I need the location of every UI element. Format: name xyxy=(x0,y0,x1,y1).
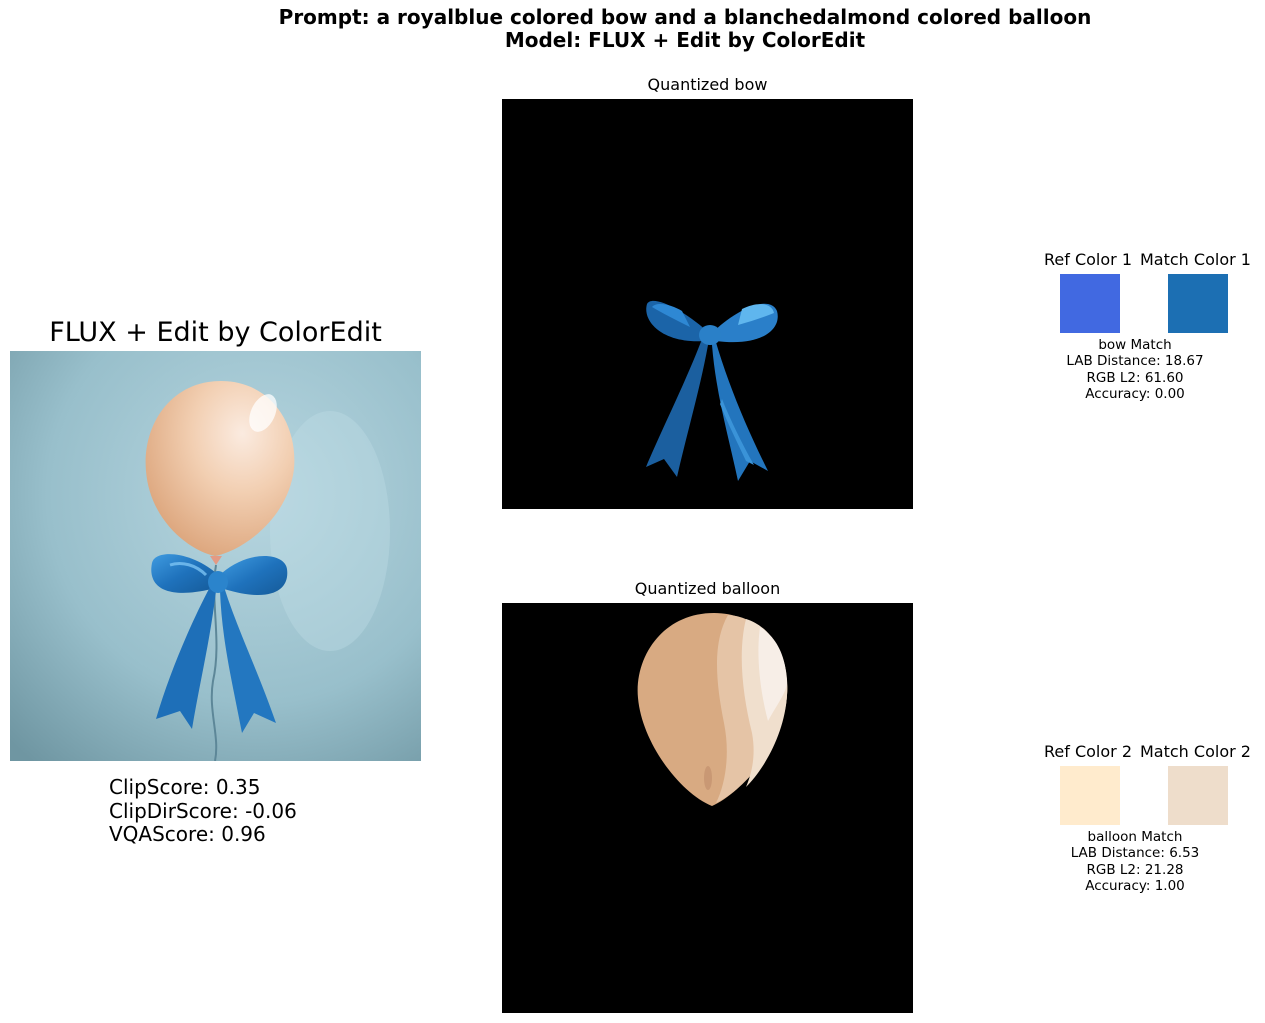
ref-color-2-label: Ref Color 2 xyxy=(1044,742,1132,761)
balloon-rgb-l2: RGB L2: 21.28 xyxy=(1086,861,1184,878)
bow-match-title: bow Match xyxy=(1098,337,1172,353)
match-color-2-swatch xyxy=(1168,766,1228,825)
clip-score: ClipScore: 0.35 xyxy=(109,775,261,799)
match-color-2-label: Match Color 2 xyxy=(1140,742,1251,761)
quantized-bow-image xyxy=(502,99,913,509)
bow-accuracy: Accuracy: 0.00 xyxy=(1085,385,1185,402)
figure-header: Prompt: a royalblue colored bow and a bl… xyxy=(0,6,1265,52)
quantized-balloon-image xyxy=(502,603,913,1013)
vqa-score: VQAScore: 0.96 xyxy=(109,822,266,846)
prompt-line: Prompt: a royalblue colored bow and a bl… xyxy=(278,5,1092,29)
score-block: ClipScore: 0.35 ClipDirScore: -0.06 VQAS… xyxy=(109,775,297,847)
balloon-lab-distance: LAB Distance: 6.53 xyxy=(1070,845,1200,862)
model-line: Model: FLUX + Edit by ColorEdit xyxy=(504,28,866,52)
balloon-match-title: balloon Match xyxy=(1087,829,1183,845)
match-color-1-swatch xyxy=(1168,274,1228,333)
bow-rgb-l2: RGB L2: 61.60 xyxy=(1086,369,1184,386)
ref-color-1-swatch xyxy=(1060,274,1120,333)
clip-dir-score: ClipDirScore: -0.06 xyxy=(109,798,297,823)
bow-match-stats: bow Match LAB Distance: 18.67 RGB L2: 61… xyxy=(1025,337,1245,402)
balloon-match-stats: balloon Match LAB Distance: 6.53 RGB L2:… xyxy=(1025,829,1245,894)
quantized-bow-title: Quantized bow xyxy=(647,75,768,94)
ref-color-1-label: Ref Color 1 xyxy=(1044,250,1132,269)
quantized-balloon-title: Quantized balloon xyxy=(634,579,781,598)
match-color-1-label: Match Color 1 xyxy=(1140,250,1251,269)
ref-color-2-swatch xyxy=(1060,766,1120,825)
main-image-title: FLUX + Edit by ColorEdit xyxy=(49,317,382,348)
edited-image xyxy=(10,351,421,761)
bow-lab-distance: LAB Distance: 18.67 xyxy=(1066,353,1204,370)
balloon-accuracy: Accuracy: 1.00 xyxy=(1085,877,1185,894)
